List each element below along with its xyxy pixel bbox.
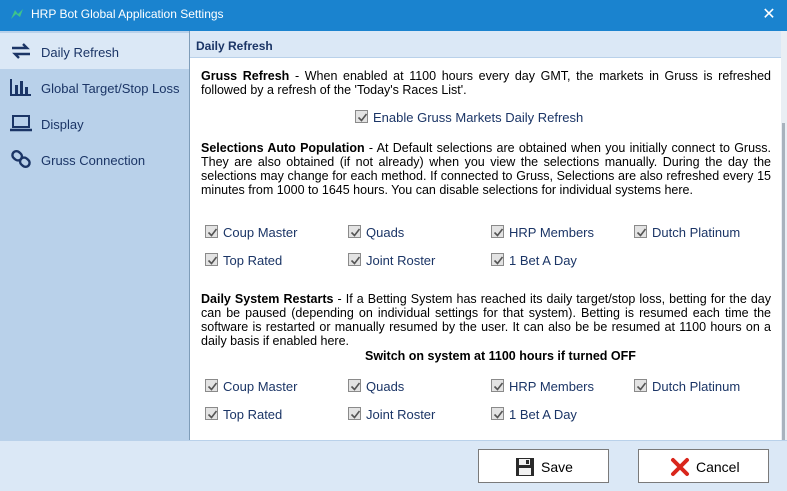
- restarts-description: Daily System Restarts - If a Betting Sys…: [201, 292, 771, 348]
- switch-on-title: Switch on system at 1100 hours if turned…: [365, 349, 636, 363]
- selections-description: Selections Auto Population - At Default …: [201, 141, 771, 197]
- checkbox-label: Joint Roster: [366, 407, 436, 422]
- scrollbar-thumb[interactable]: [782, 123, 785, 461]
- checkbox-label: Coup Master: [223, 225, 298, 240]
- gruss-refresh-heading: Gruss Refresh: [201, 69, 290, 83]
- title-bar: HRP Bot Global Application Settings ✕: [0, 0, 787, 31]
- checkbox-label: HRP Members: [509, 225, 595, 240]
- app-logo-icon: [9, 7, 25, 23]
- checkbox-label: Dutch Platinum: [652, 379, 741, 394]
- checkbox-box[interactable]: [205, 253, 218, 266]
- checkbox-label: Quads: [366, 225, 405, 240]
- laptop-icon: [9, 113, 33, 133]
- settings-panel: Daily Refresh Gruss Refresh - When enabl…: [189, 31, 787, 440]
- sidebar-item-label: Global Target/Stop Loss: [41, 81, 180, 96]
- checkbox-label: Enable Gruss Markets Daily Refresh: [373, 110, 584, 125]
- save-button[interactable]: Save: [478, 449, 609, 483]
- dialog-footer: Save Cancel: [0, 440, 787, 491]
- sidebar-item-label: Daily Refresh: [41, 45, 120, 60]
- window-title: HRP Bot Global Application Settings: [31, 7, 224, 21]
- checkbox-box[interactable]: [634, 379, 647, 392]
- bar-chart-icon: [9, 77, 33, 97]
- checkbox-box[interactable]: [205, 379, 218, 392]
- sidebar-item-gruss-connection[interactable]: Gruss Connection: [0, 141, 189, 177]
- checkbox-box[interactable]: [491, 407, 504, 420]
- panel-title: Daily Refresh: [196, 39, 273, 53]
- checkbox-box[interactable]: [205, 407, 218, 420]
- vertical-scrollbar[interactable]: [781, 31, 787, 461]
- checkbox-label: Dutch Platinum: [652, 225, 741, 240]
- checkbox-label: 1 Bet A Day: [509, 407, 577, 422]
- cancel-button[interactable]: Cancel: [638, 449, 769, 483]
- checkbox-box[interactable]: [491, 379, 504, 392]
- checkbox-label: 1 Bet A Day: [509, 253, 577, 268]
- checkbox-label: Joint Roster: [366, 253, 436, 268]
- checkbox-box[interactable]: [355, 110, 368, 123]
- checkbox-label: Coup Master: [223, 379, 298, 394]
- checkbox-box[interactable]: [491, 225, 504, 238]
- checkbox-box[interactable]: [348, 225, 361, 238]
- checkbox-label: Quads: [366, 379, 405, 394]
- checkbox-box[interactable]: [634, 225, 647, 238]
- checkbox-label: HRP Members: [509, 379, 595, 394]
- sidebar-item-global-target[interactable]: Global Target/Stop Loss: [0, 69, 189, 105]
- gruss-refresh-description: Gruss Refresh - When enabled at 1100 hou…: [201, 69, 771, 97]
- link-icon: [9, 149, 33, 169]
- sidebar: Daily Refresh Global Target/Stop Loss Di…: [0, 31, 189, 440]
- cancel-button-label: Cancel: [696, 459, 740, 475]
- sidebar-item-daily-refresh[interactable]: Daily Refresh: [0, 33, 189, 69]
- checkbox-label: Top Rated: [223, 253, 283, 268]
- refresh-icon: [9, 41, 33, 61]
- floppy-disk-icon: [515, 457, 535, 477]
- checkbox-box[interactable]: [348, 253, 361, 266]
- restarts-heading: Daily System Restarts: [201, 292, 334, 306]
- checkbox-box[interactable]: [348, 379, 361, 392]
- sidebar-item-label: Display: [41, 117, 84, 132]
- cancel-x-icon: [670, 457, 690, 477]
- close-button[interactable]: ✕: [756, 4, 782, 26]
- sidebar-item-display[interactable]: Display: [0, 105, 189, 141]
- checkbox-box[interactable]: [348, 407, 361, 420]
- save-button-label: Save: [541, 459, 573, 475]
- checkbox-label: Top Rated: [223, 407, 283, 422]
- sidebar-item-label: Gruss Connection: [41, 153, 146, 168]
- selections-heading: Selections Auto Population: [201, 141, 365, 155]
- checkbox-box[interactable]: [205, 225, 218, 238]
- checkbox-box[interactable]: [491, 253, 504, 266]
- panel-header: Daily Refresh: [190, 31, 787, 58]
